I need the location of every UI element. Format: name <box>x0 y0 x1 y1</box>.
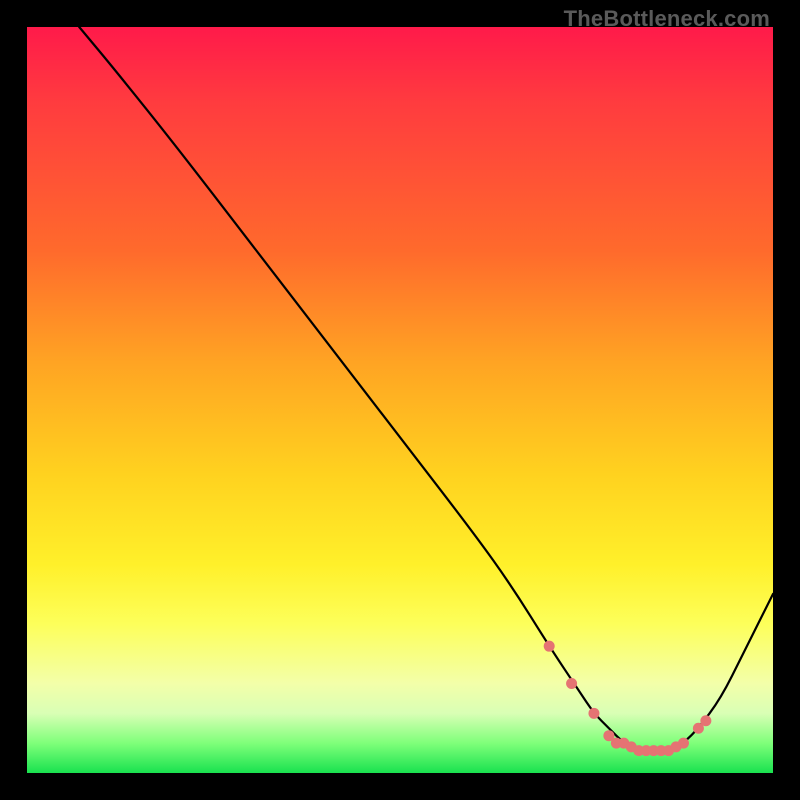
highlight-dot <box>588 708 599 719</box>
chart-frame: TheBottleneck.com <box>0 0 800 800</box>
bottleneck-curve <box>79 27 773 751</box>
highlight-dots <box>544 641 712 756</box>
chart-svg <box>27 27 773 773</box>
highlight-dot <box>678 738 689 749</box>
highlight-dot <box>566 678 577 689</box>
highlight-dot <box>544 641 555 652</box>
plot-area <box>27 27 773 773</box>
highlight-dot <box>700 715 711 726</box>
